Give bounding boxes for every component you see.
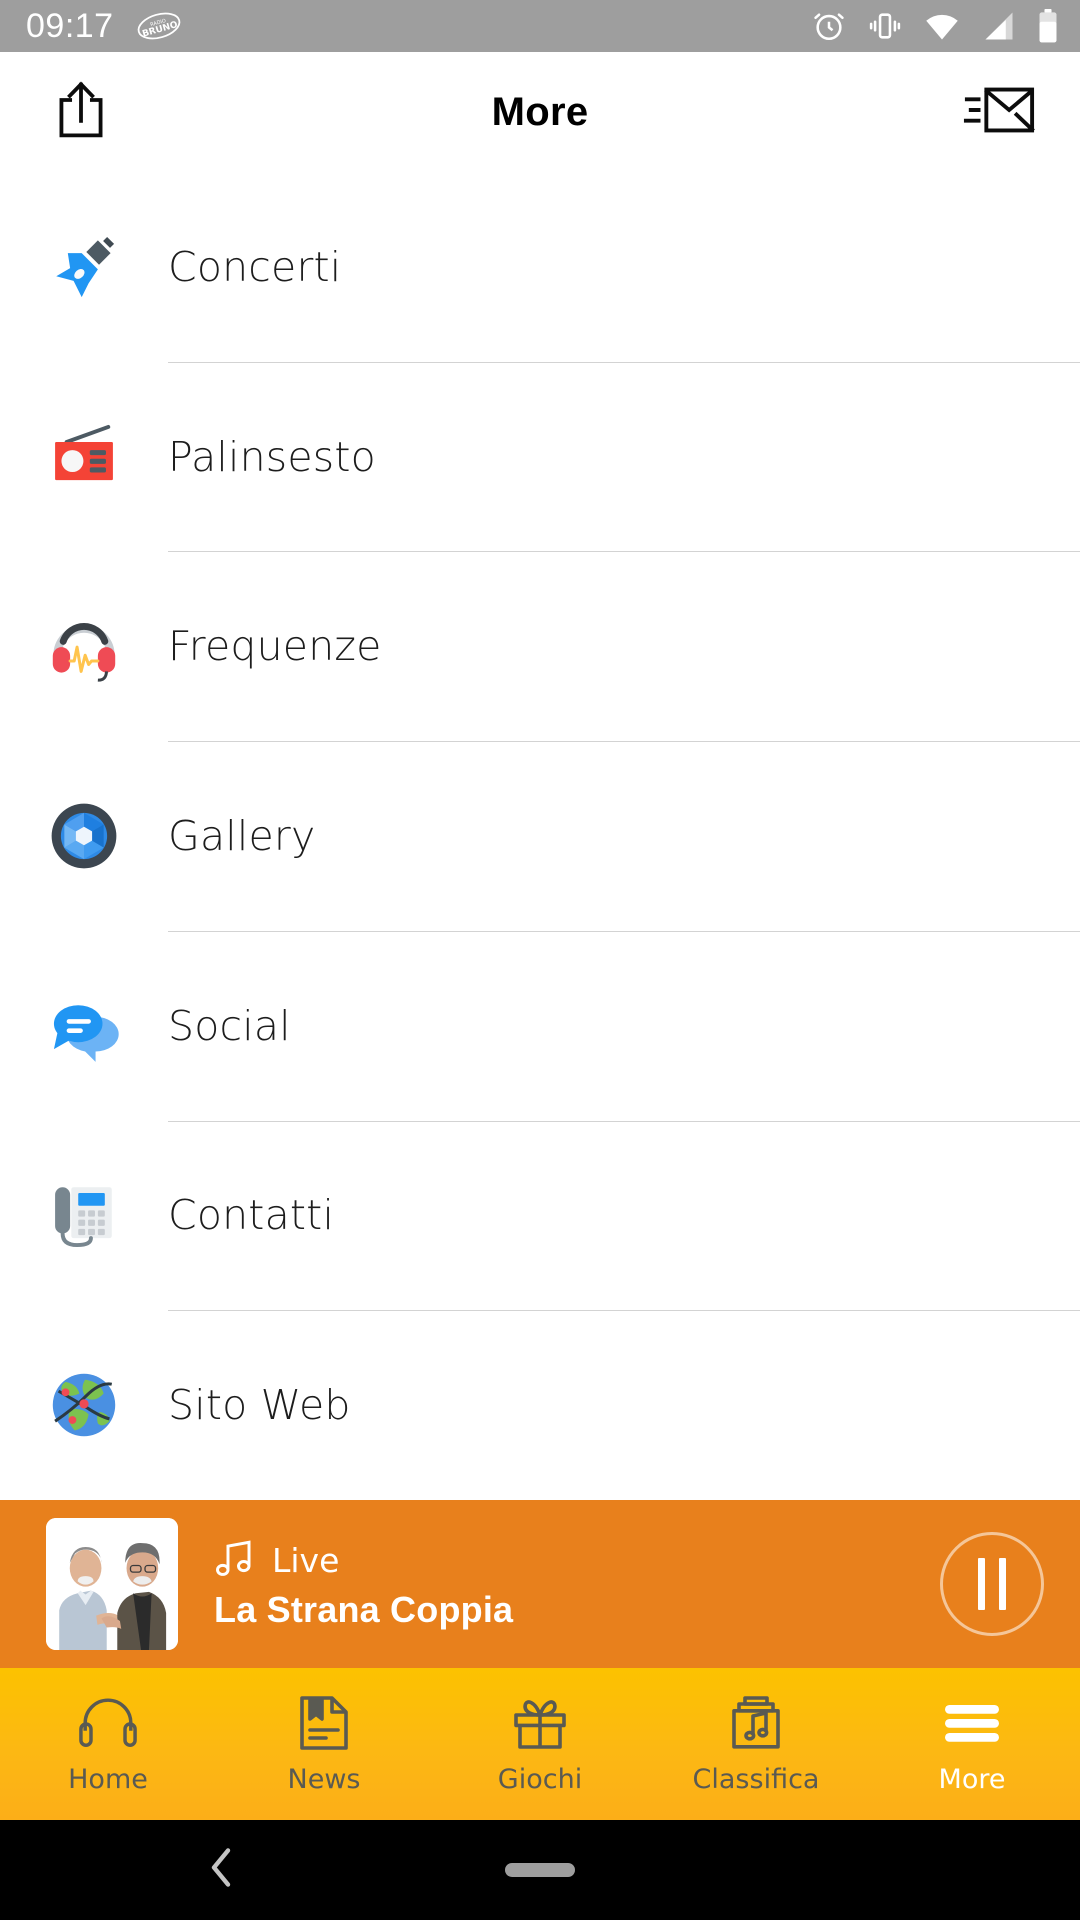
music-chart-icon <box>729 1694 783 1752</box>
telephone-icon <box>0 1178 168 1252</box>
cellular-signal-icon <box>982 11 1016 41</box>
list-item-label: Concerti <box>168 242 342 291</box>
alarm-icon <box>812 9 846 43</box>
player-track-title: La Strana Coppia <box>214 1588 514 1630</box>
pause-bar-right <box>999 1558 1006 1610</box>
news-document-icon <box>298 1694 350 1752</box>
headphones-icon <box>79 1694 137 1752</box>
status-bar: 09:17 RADIO BRUNO <box>0 0 1080 52</box>
chat-bubbles-icon <box>0 989 168 1063</box>
page-title: More <box>491 89 589 134</box>
mini-player[interactable]: Live La Strana Coppia <box>0 1500 1080 1668</box>
music-note-icon <box>214 1538 256 1583</box>
globe-network-icon <box>0 1368 168 1442</box>
system-navigation-bar <box>0 1820 1080 1920</box>
app-header: More <box>0 52 1080 172</box>
share-button[interactable] <box>46 77 116 147</box>
mail-button[interactable] <box>962 77 1036 147</box>
vibrate-icon <box>868 9 902 43</box>
bottom-navigation: Home News Giochi Classifica More <box>0 1668 1080 1820</box>
headphones-waveform-icon <box>0 609 168 683</box>
list-item-palinsesto[interactable]: Palinsesto <box>0 361 1080 552</box>
player-info: Live La Strana Coppia <box>178 1538 940 1631</box>
nav-tab-label: News <box>287 1763 361 1795</box>
list-item-label: Social <box>168 1001 291 1050</box>
nav-tab-label: Giochi <box>497 1763 583 1795</box>
album-artwork <box>46 1518 178 1650</box>
nav-tab-home[interactable]: Home <box>0 1694 216 1795</box>
mail-icon <box>962 84 1036 141</box>
battery-icon <box>1038 9 1058 43</box>
player-status-label: Live <box>272 1540 340 1580</box>
nav-tab-label: Classifica <box>692 1763 820 1795</box>
nav-tab-label: Home <box>68 1763 148 1795</box>
list-item-contatti[interactable]: Contatti <box>0 1120 1080 1311</box>
app-screen: 09:17 RADIO BRUNO More Concerti Palinses… <box>0 0 1080 1920</box>
radio-bruno-logo-icon: RADIO BRUNO <box>136 11 182 41</box>
list-item-sito-web[interactable]: Sito Web <box>0 1310 1080 1500</box>
wifi-icon <box>924 11 960 41</box>
nav-tab-giochi[interactable]: Giochi <box>432 1694 648 1795</box>
hamburger-menu-icon <box>943 1694 1001 1752</box>
system-home-indicator[interactable] <box>505 1863 575 1877</box>
nav-tab-news[interactable]: News <box>216 1694 432 1795</box>
list-item-label: Sito Web <box>168 1381 351 1430</box>
list-item-frequenze[interactable]: Frequenze <box>0 551 1080 741</box>
list-item-gallery[interactable]: Gallery <box>0 741 1080 931</box>
gift-icon <box>512 1694 568 1752</box>
two-hosts-photo <box>46 1518 178 1650</box>
system-back-button[interactable] <box>205 1847 239 1894</box>
pause-bar-left <box>978 1558 985 1610</box>
nav-tab-more[interactable]: More <box>864 1694 1080 1795</box>
list-item-social[interactable]: Social <box>0 930 1080 1121</box>
list-item-label: Contatti <box>168 1191 335 1240</box>
share-icon <box>54 81 108 144</box>
nav-tab-classifica[interactable]: Classifica <box>648 1694 864 1795</box>
list-item-concerti[interactable]: Concerti <box>0 172 1080 362</box>
pause-button[interactable] <box>940 1532 1044 1636</box>
player-status: Live <box>214 1538 940 1583</box>
status-bar-icons <box>812 9 1058 43</box>
status-bar-clock: 09:17 <box>26 7 114 45</box>
list-item-label: Gallery <box>168 812 316 861</box>
guitar-icon <box>0 230 168 304</box>
list-item-label: Frequenze <box>168 622 382 671</box>
radio-icon <box>0 420 168 494</box>
nav-tab-label: More <box>938 1763 1006 1795</box>
camera-aperture-icon <box>0 799 168 873</box>
more-menu-list: Concerti Palinsesto Frequenze Gallery So… <box>0 172 1080 1500</box>
list-item-label: Palinsesto <box>168 432 376 481</box>
